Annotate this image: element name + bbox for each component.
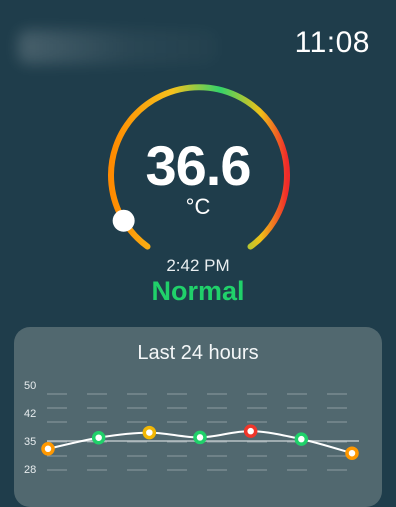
status-time: 11:08 [294, 26, 370, 59]
blurred-status-text [18, 30, 218, 64]
data-point[interactable] [193, 430, 207, 445]
data-point[interactable] [294, 432, 309, 446]
reading-time: 2:42 PM [166, 256, 230, 275]
history-card[interactable]: Last 24 hours 50 42 35 28 [14, 327, 382, 507]
data-point[interactable] [345, 446, 359, 460]
history-line-chart [41, 393, 359, 471]
temperature-value: 36.6 [145, 134, 252, 197]
data-point[interactable] [41, 442, 55, 456]
temperature-unit: °C [185, 194, 211, 219]
data-point[interactable] [91, 430, 106, 445]
data-point[interactable] [243, 424, 258, 438]
status-label: Normal [151, 276, 245, 306]
data-point[interactable] [142, 425, 157, 440]
